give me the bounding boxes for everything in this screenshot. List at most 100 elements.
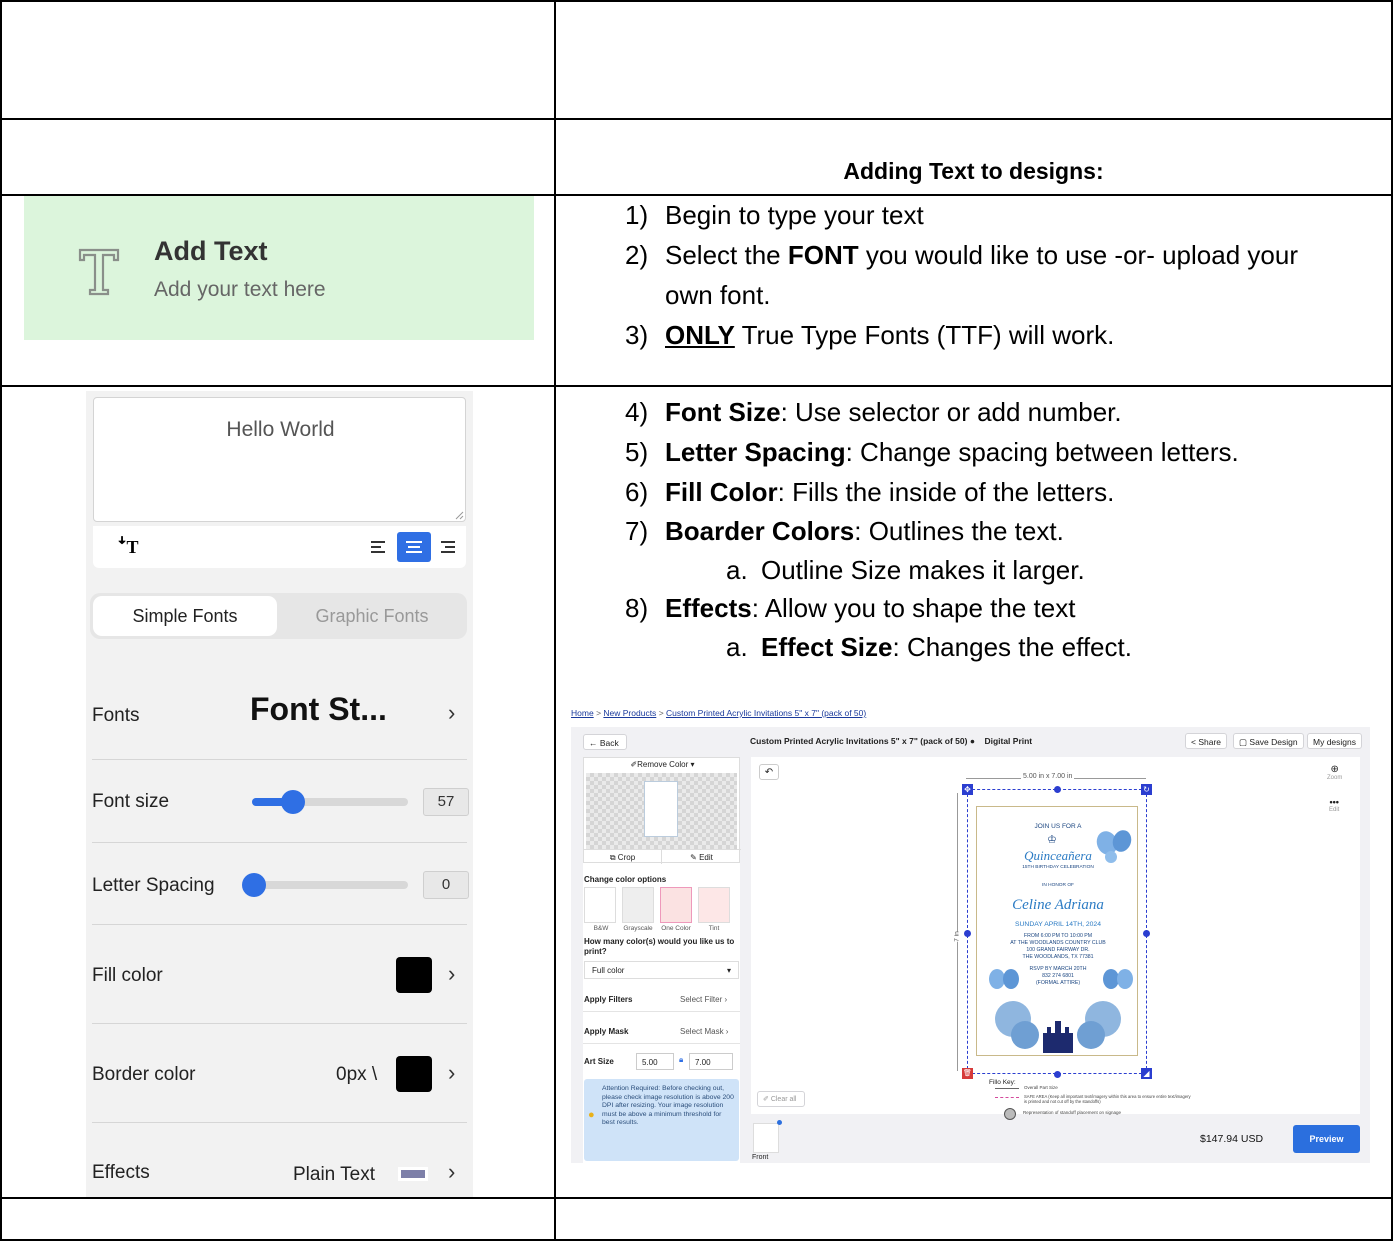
zoom-icon[interactable]: ⊕ Zoom <box>1327 764 1342 781</box>
art-width-input[interactable]: 5.00 <box>636 1053 674 1070</box>
tab-graphic-fonts[interactable]: Graphic Fonts <box>280 596 464 636</box>
page-indicator-dot <box>777 1120 782 1125</box>
artboard[interactable]: JOIN US FOR A ♔ Quinceañera 15TH BIRTHDA… <box>962 784 1152 1079</box>
crop-button[interactable]: ⧉ Crop <box>584 849 662 864</box>
chevron-right-icon[interactable]: › <box>448 1159 455 1185</box>
clear-all-button[interactable]: ✐ Clear all <box>757 1091 805 1107</box>
brush-icon: ✐ <box>763 1096 771 1103</box>
fill-color-swatch[interactable] <box>396 957 432 993</box>
save-design-button[interactable]: ▢ Save Design <box>1233 733 1304 749</box>
preview-button[interactable]: Preview <box>1293 1125 1360 1153</box>
more-options-icon[interactable]: ••• Edit <box>1329 797 1339 813</box>
divider <box>92 924 467 925</box>
divider <box>583 1011 740 1012</box>
breadcrumb-product[interactable]: Custom Printed Acrylic Invitations 5" x … <box>666 708 866 718</box>
key-item: SAFE AREA (Keep all important text/image… <box>1024 1094 1191 1104</box>
divider <box>92 842 467 843</box>
text-input-value: Hello World <box>226 418 335 441</box>
color-count-question: How many color(s) would you like us to p… <box>584 937 735 956</box>
step-5: 5) Letter Spacing: Change spacing between… <box>625 437 1239 467</box>
save-icon: ▢ <box>1239 737 1250 747</box>
remove-color-dropdown[interactable]: ✐Remove Color ▾ <box>584 760 741 769</box>
select-filter-link[interactable]: Select Filter › <box>680 995 727 1004</box>
text-input-area[interactable]: Hello World <box>93 397 466 522</box>
chevron-right-icon[interactable]: › <box>448 961 455 987</box>
delete-handle-icon[interactable]: 🗑︎ <box>962 1068 973 1079</box>
chevron-right-icon[interactable]: › <box>448 1060 455 1086</box>
table-row-divider <box>2 118 1392 120</box>
color-option-grayscale[interactable] <box>622 887 654 923</box>
invite-line: 15TH BIRTHDAY CELEBRATION <box>1022 865 1094 870</box>
font-size-input[interactable]: 57 <box>423 788 469 816</box>
edge-handle[interactable] <box>1054 1071 1061 1078</box>
flowers-and-castle-image <box>995 1001 1121 1053</box>
divider <box>92 1122 467 1123</box>
table-row-divider <box>2 1197 1392 1199</box>
back-button[interactable]: ← Back <box>583 734 627 750</box>
font-size-slider[interactable] <box>252 790 408 814</box>
select-mask-link[interactable]: Select Mask › <box>680 1027 728 1036</box>
step-1: 1) Begin to type your text <box>625 200 924 230</box>
resize-handle-icon[interactable]: ◢ <box>1141 1068 1152 1079</box>
front-page-thumbnail[interactable] <box>753 1123 779 1153</box>
chevron-right-icon[interactable]: › <box>448 700 455 726</box>
font-size-slider-thumb[interactable] <box>281 790 306 814</box>
standoff-icon <box>1004 1108 1016 1120</box>
step-3: 3) ONLY True Type Fonts (TTF) will work. <box>625 320 1115 350</box>
invite-line: FROM 6:00 PM TO 10:00 PM <box>1023 933 1093 939</box>
add-text-button[interactable]: Add Text Add your text here <box>24 196 534 340</box>
color-option-label: Grayscale <box>623 925 653 932</box>
divider <box>92 759 467 760</box>
letter-spacing-slider-thumb[interactable] <box>242 873 266 897</box>
resolution-alert: ● Attention Required: Before checking ou… <box>584 1079 739 1161</box>
art-height-input[interactable]: 7.00 <box>689 1053 733 1070</box>
change-color-options-label: Change color options <box>584 875 667 884</box>
color-option-tint[interactable] <box>698 887 730 923</box>
breadcrumb-new-products[interactable]: New Products <box>603 708 656 718</box>
table-border-top <box>2 0 1392 2</box>
edge-handle[interactable] <box>1143 930 1150 937</box>
step-2: 2) Select the FONT you would like to use … <box>625 240 1298 270</box>
share-button[interactable]: < Share <box>1185 733 1228 749</box>
key-solid-line <box>995 1088 1019 1089</box>
border-color-swatch[interactable] <box>396 1056 432 1092</box>
font-size-toggle-icon[interactable]: ꜜT <box>99 530 157 564</box>
edit-button[interactable]: ✎ Edit <box>662 849 741 864</box>
color-option-bw[interactable] <box>584 887 616 923</box>
price-label: $147.94 USD <box>1200 1133 1264 1145</box>
crop-icon: ⧉ <box>609 853 618 862</box>
color-option-label: Tint <box>708 925 720 932</box>
invite-line: THE WOODLANDS, TX 77381 <box>1022 954 1094 960</box>
fonts-label: Fonts <box>92 705 140 726</box>
border-color-label: Border color <box>92 1064 196 1085</box>
resize-handle-icon[interactable] <box>454 510 464 520</box>
invite-line: Celine Adriana <box>1012 897 1104 913</box>
step-8a: a. Effect Size: Changes the effect. <box>726 632 1132 662</box>
resolution-alert-text: Attention Required: Before checking out,… <box>602 1085 734 1127</box>
move-handle-icon[interactable]: ✥ <box>962 784 973 795</box>
step-7a: a. Outline Size makes it larger. <box>726 555 1085 585</box>
edge-handle[interactable] <box>1054 786 1061 793</box>
undo-icon[interactable]: ↶ <box>759 764 779 780</box>
breadcrumb-home[interactable]: Home <box>571 708 594 718</box>
color-option-one-color[interactable] <box>660 887 692 923</box>
tab-simple-fonts[interactable]: Simple Fonts <box>93 596 277 636</box>
my-designs-button[interactable]: My designs <box>1307 733 1362 749</box>
fonts-value[interactable]: Font St... <box>250 691 387 728</box>
lock-icon[interactable]: 🔒︎ <box>679 1055 683 1065</box>
letter-spacing-input[interactable]: 0 <box>423 871 469 899</box>
invitation-thumbnail-image <box>644 781 678 837</box>
effects-value: Plain Text <box>293 1164 376 1185</box>
rotate-handle-icon[interactable]: ↻ <box>1141 784 1152 795</box>
design-tool-screenshot: ← Back Custom Printed Acrylic Invitation… <box>571 727 1370 1165</box>
align-right-icon <box>441 541 455 553</box>
color-count-select[interactable]: Full color ▾ <box>584 961 739 979</box>
key-dashed-line <box>995 1097 1019 1098</box>
arrow-left-icon: ← <box>589 738 600 748</box>
info-icon[interactable]: ● <box>970 736 975 746</box>
edge-handle[interactable] <box>964 930 971 937</box>
letter-spacing-slider[interactable] <box>242 873 408 897</box>
effects-label: Effects <box>92 1162 150 1183</box>
step-4: 4) Font Size: Use selector or add number. <box>625 397 1122 427</box>
invitation-card: JOIN US FOR A ♔ Quinceañera 15TH BIRTHDA… <box>976 806 1138 1056</box>
